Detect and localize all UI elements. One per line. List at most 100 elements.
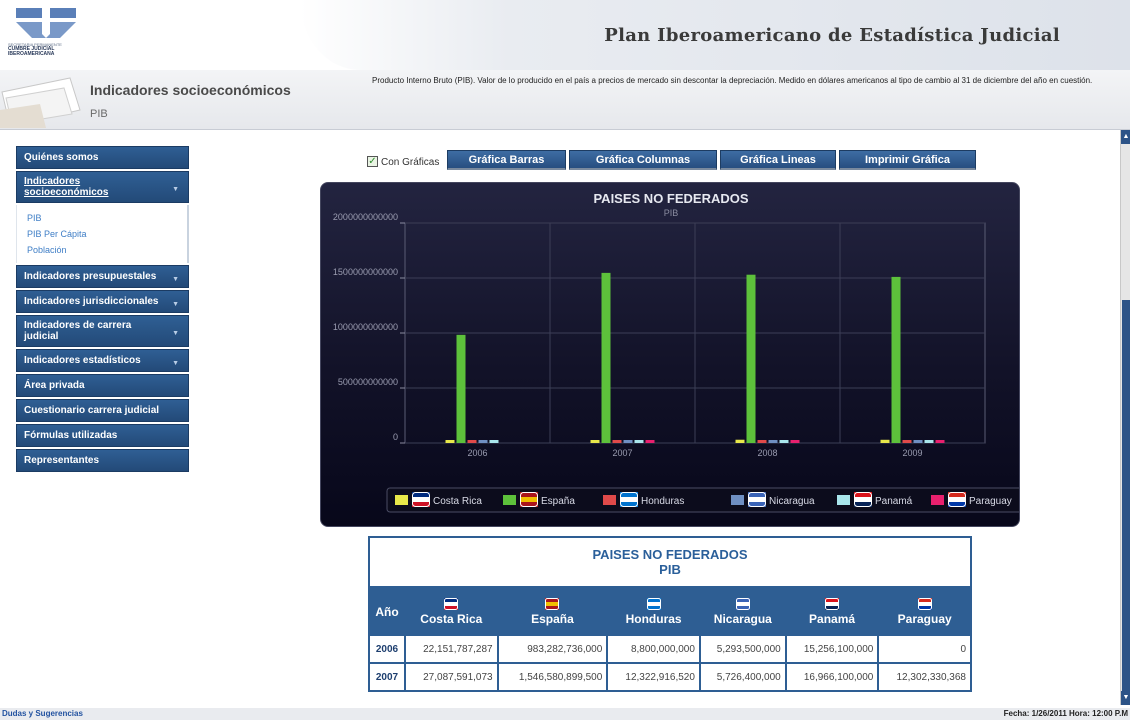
sidebar-item-indicadores-jurisdiccionales[interactable]: Indicadores jurisdiccionales ▼ (16, 290, 189, 313)
column-header-label: Nicaragua (713, 612, 772, 626)
logo-line-3: IBEROAMERICANA (8, 51, 55, 57)
legend-swatch (395, 495, 408, 505)
table-subtitle: PIB (659, 562, 681, 577)
bar-costa-rica-2009 (880, 439, 890, 443)
y-tick-label: 500000000000 (338, 377, 398, 387)
grafica-barras-button[interactable]: Gráfica Barras (447, 150, 566, 170)
y-tick-label: 0 (393, 432, 398, 442)
submenu-item-poblacion[interactable]: Población (27, 242, 187, 258)
value-cell: 22,151,787,287 (404, 634, 499, 664)
x-tick-label: 2007 (612, 448, 632, 458)
content-scrollbar[interactable]: ▲ ▼ (1120, 130, 1130, 705)
sidebar-item-label: Indicadores estadísticos (24, 355, 141, 366)
flag-stripe (948, 497, 966, 502)
legend-box (386, 487, 1019, 513)
site-header: SECRETARIA PERMANENTE CUMBRE JUDICIAL IB… (0, 0, 1130, 70)
year-cell: 2006 (368, 634, 406, 664)
site-footer: Dudas y Sugerencias Fecha: 1/26/2011 Hor… (0, 708, 1130, 720)
flag-stripe (412, 497, 430, 502)
value-cell: 5,726,400,000 (698, 662, 787, 692)
sidebar-item-indicadores-socioeconomicos[interactable]: Indicadores socioeconómicos ▼ (16, 171, 189, 203)
chart-subtitle: PIB (664, 208, 679, 218)
sidebar-item-label: Quiénes somos (24, 152, 99, 163)
value-cell: 16,966,100,000 (784, 662, 880, 692)
bar-paraguay-2007 (645, 440, 655, 443)
sidebar-item-quienes-somos[interactable]: Quiénes somos (16, 146, 189, 169)
legend-label: Paraguay (969, 496, 1012, 507)
flag-icon (646, 598, 661, 610)
sidebar-item-representantes[interactable]: Representantes (16, 449, 189, 472)
legend-label: Panamá (875, 496, 913, 507)
flag-icon (444, 598, 459, 610)
grafica-columnas-button[interactable]: Gráfica Columnas (569, 150, 717, 170)
pib-data-table: PAISES NO FEDERADOS PIB Año Costa Rica Es… (368, 536, 972, 692)
column-header-3: Nicaragua (698, 586, 787, 636)
dudas-sugerencias-link[interactable]: Dudas y Sugerencias (2, 709, 83, 718)
bar-honduras-2009 (902, 440, 912, 443)
legend-label: Nicaragua (769, 496, 815, 507)
sidebar-item-indicadores-estadisticos[interactable]: Indicadores estadísticos ▼ (16, 349, 189, 372)
grafica-lineas-button[interactable]: Gráfica Lineas (720, 150, 836, 170)
sidebar-item-area-privada[interactable]: Área privada (16, 374, 189, 397)
logo-text: SECRETARIA PERMANENTE CUMBRE JUDICIAL IB… (8, 42, 62, 57)
sidebar-item-cuestionario-carrera-judicial[interactable]: Cuestionario carrera judicial (16, 399, 189, 422)
flag-icon (735, 598, 750, 610)
scroll-down-icon[interactable]: ▼ (1121, 691, 1130, 705)
column-header-4: Panamá (784, 586, 880, 636)
sidebar-nav: Quiénes somos Indicadores socioeconómico… (16, 146, 189, 474)
scroll-up-icon[interactable]: ▲ (1121, 130, 1130, 144)
bar-panamá-2008 (779, 440, 789, 443)
flag-stripe (620, 497, 638, 502)
sidebar-item-label: Fórmulas utilizadas (24, 430, 118, 441)
sidebar-item-formulas-utilizadas[interactable]: Fórmulas utilizadas (16, 424, 189, 447)
y-tick-label: 2000000000000 (333, 212, 398, 222)
value-cell: 27,087,591,073 (404, 662, 499, 692)
section-header: Indicadores socioeconómicos PIB Producto… (0, 70, 1130, 130)
sidebar-item-label: Área privada (24, 380, 85, 391)
table-title-cell: PAISES NO FEDERADOS PIB (368, 536, 972, 588)
flag-icon (520, 492, 538, 507)
chart-title: PAISES NO FEDERADOS (593, 191, 748, 206)
site-title: Plan Iberoamericano de Estadística Judic… (604, 25, 1060, 46)
flag-icon (917, 598, 932, 610)
submenu-item-pib-per-capita[interactable]: PIB Per Cápita (27, 226, 187, 242)
value-cell: 0 (877, 634, 972, 664)
bar-costa-rica-2008 (735, 439, 745, 443)
chart-panel: PAISES NO FEDERADOS PIB 0 500000000000 100… (320, 182, 1020, 527)
table-header-row: Año Costa Rica España Honduras Nicaragua Pan… (368, 586, 972, 636)
column-header-1: España (496, 586, 609, 636)
bar-costa-rica-2006 (445, 440, 455, 443)
flag-icon (748, 492, 766, 507)
papers-image (0, 77, 81, 128)
sidebar-item-label: Indicadores jurisdiccionales (24, 296, 159, 307)
value-cell: 8,800,000,000 (606, 634, 701, 664)
con-graficas-checkbox[interactable]: ✓ (367, 156, 378, 167)
bar-paraguay-2009 (935, 440, 945, 443)
x-tick-label: 2006 (467, 448, 487, 458)
footer-date: Fecha: 1/26/2011 Hora: 12:00 P.M (1003, 709, 1128, 718)
bar-nicaragua-2007 (623, 440, 633, 443)
bar-panamá-2009 (924, 440, 934, 443)
bar-nicaragua-2009 (913, 440, 923, 443)
column-header-label: Honduras (625, 612, 682, 626)
column-header-label: Costa Rica (420, 612, 483, 626)
bar-españa-2008 (746, 274, 756, 443)
chart-axes: 0 500000000000 1000000000000 1500000000000 2… (333, 212, 923, 458)
flag-icon (412, 492, 430, 507)
value-cell: 15,256,100,000 (784, 634, 880, 664)
sidebar-item-indicadores-carrera-judicial[interactable]: Indicadores de carrera judicial ▼ (16, 315, 189, 347)
bar-costa-rica-2007 (590, 440, 600, 443)
flag-icon (620, 492, 638, 507)
submenu-item-pib[interactable]: PIB (27, 210, 187, 226)
chart-legend: Costa Rica España Honduras Nicaragua Panamá P… (386, 487, 1019, 513)
scrollbar-thumb[interactable] (1122, 300, 1130, 700)
con-graficas-label: Con Gráficas (381, 157, 440, 168)
bar-honduras-2008 (757, 440, 767, 443)
imprimir-grafica-button[interactable]: Imprimir Gráfica (839, 150, 976, 170)
pib-chart: PAISES NO FEDERADOS PIB 0 500000000000 100… (333, 191, 1019, 513)
sidebar-item-indicadores-presupuestales[interactable]: Indicadores presupuestales ▼ (16, 265, 189, 288)
column-header-year: Año (368, 586, 406, 636)
y-tick-label: 1000000000000 (333, 322, 398, 332)
column-header-0: Costa Rica (404, 586, 499, 636)
chevron-down-icon: ▼ (172, 330, 179, 337)
